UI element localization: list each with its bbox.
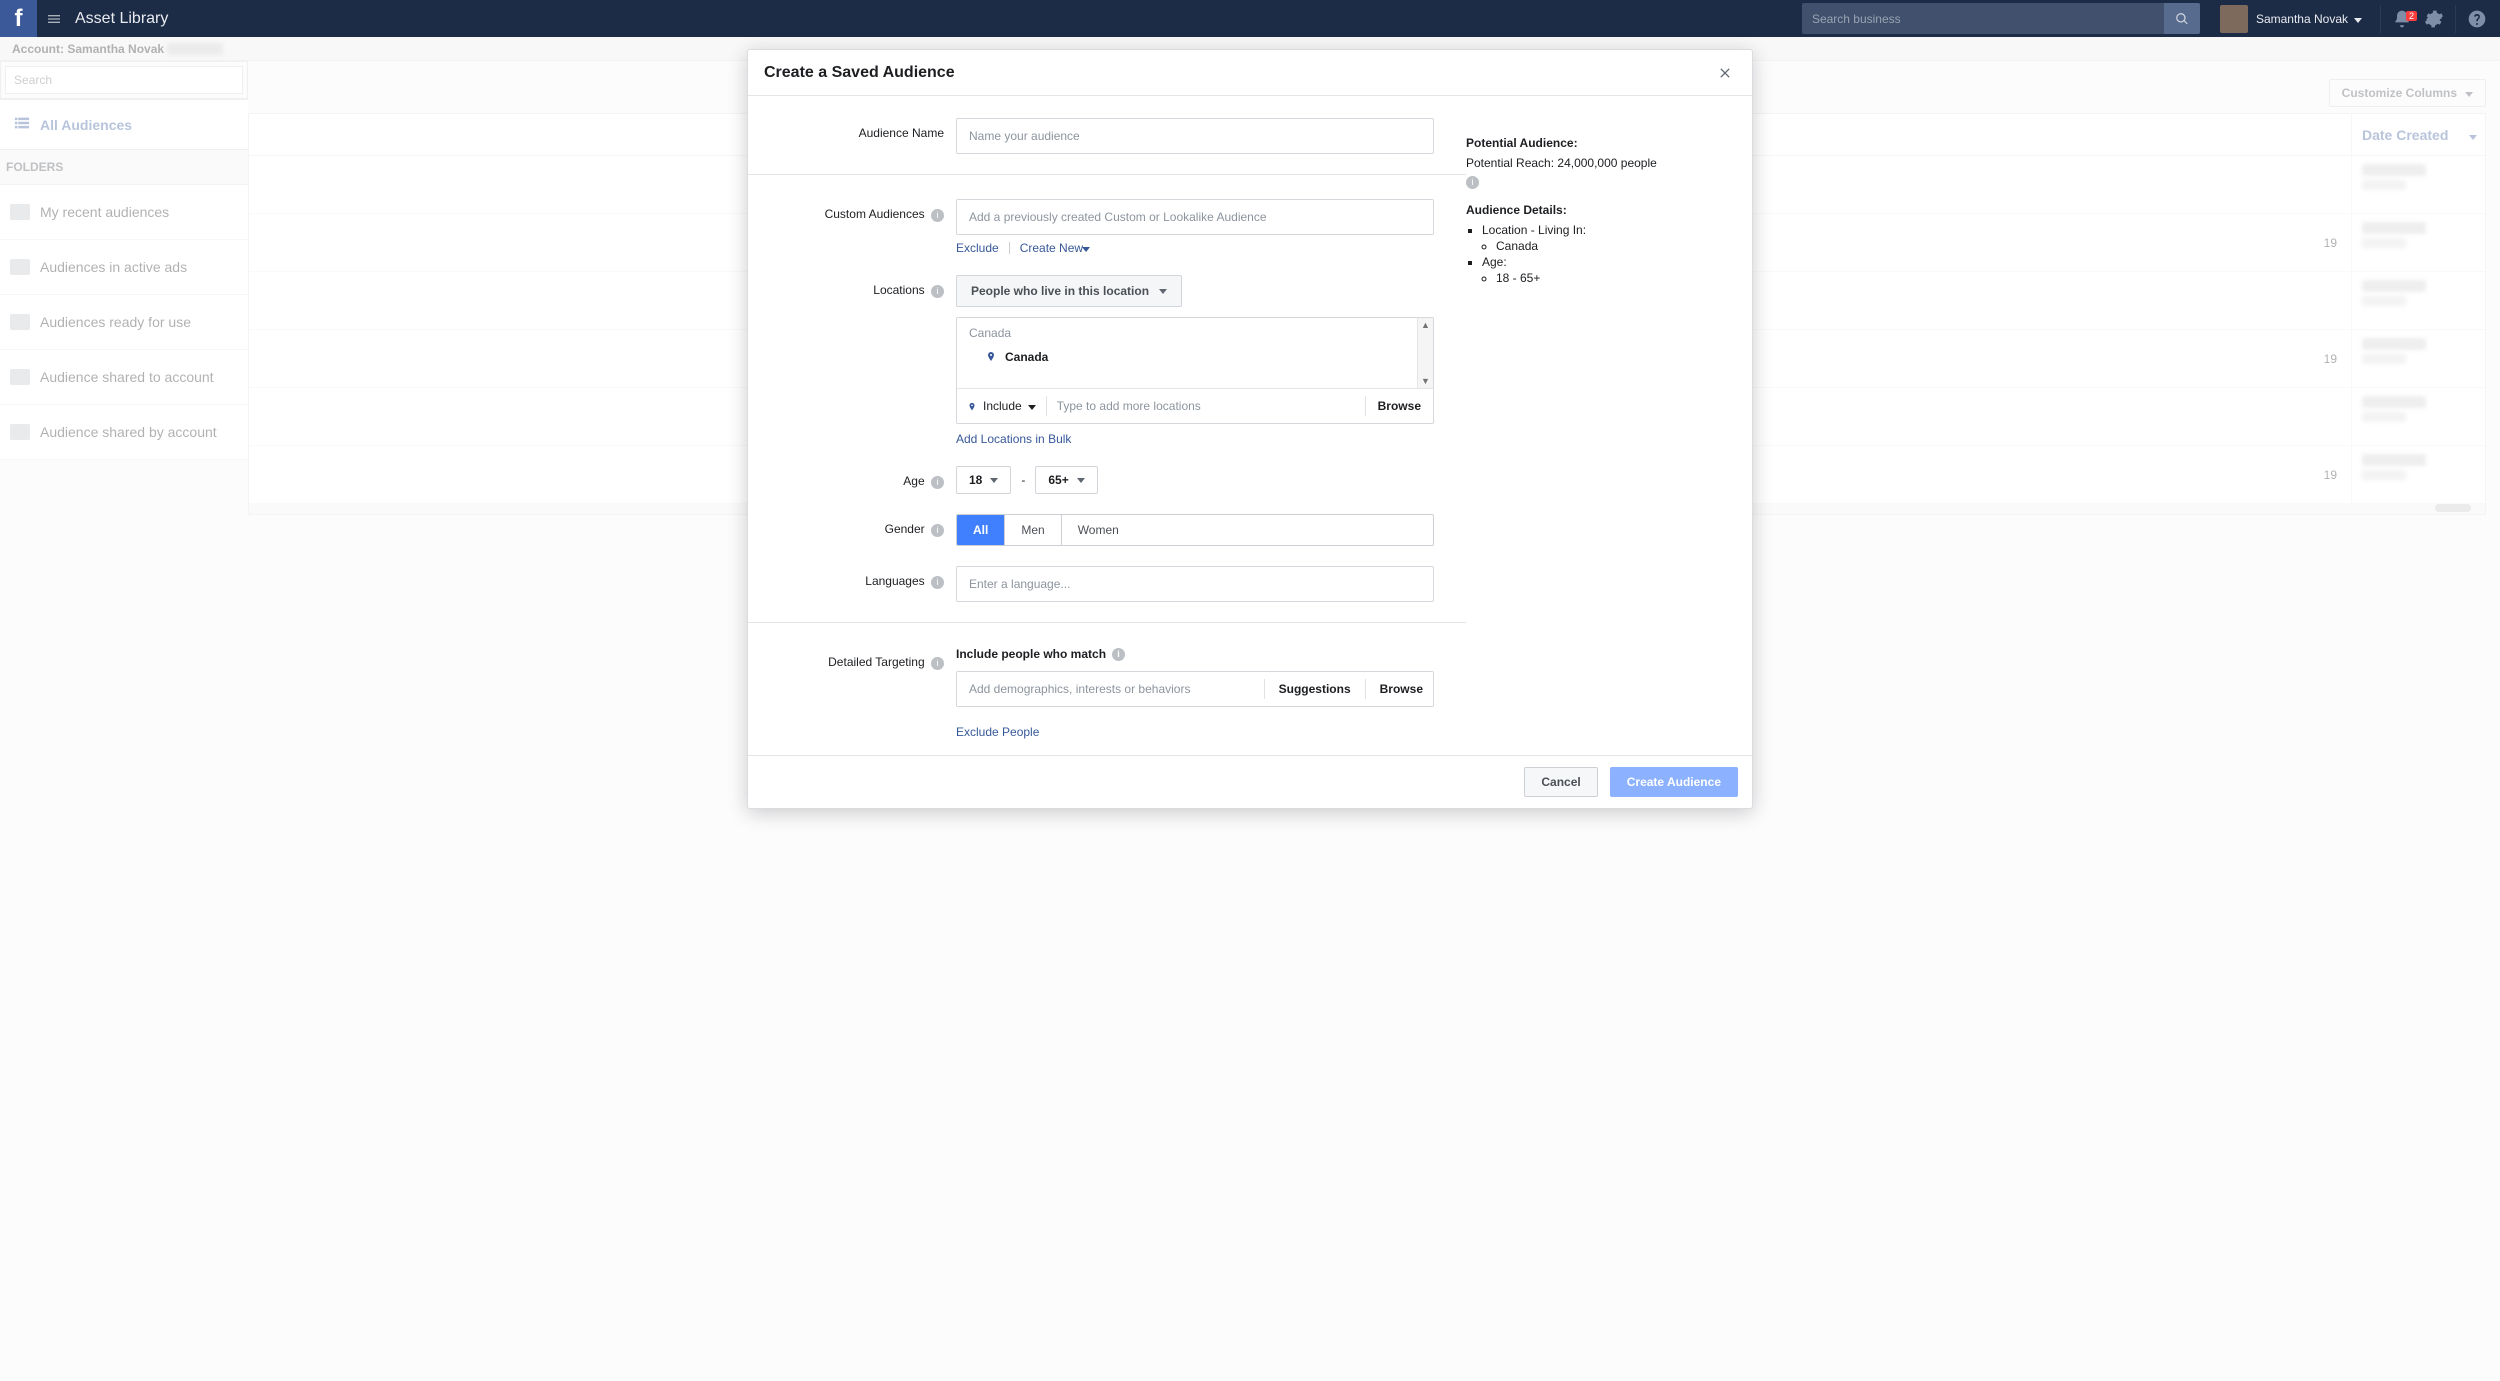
chevron-down-icon (1082, 244, 1090, 255)
label-languages: Languages (865, 574, 924, 588)
close-icon (1717, 65, 1733, 81)
gender-all[interactable]: All (957, 515, 1005, 545)
location-hint: Canada (969, 326, 1011, 340)
browse-locations-button[interactable]: Browse (1366, 399, 1433, 413)
detail-location-value: Canada (1496, 239, 1716, 253)
potential-audience-panel: Potential Audience: Potential Reach: 24,… (1466, 118, 1726, 755)
age-separator: - (1021, 473, 1025, 487)
modal-scroll[interactable]: Audience Name Custom Audiences i Add a p… (748, 96, 1752, 755)
notif-badge: 2 (2406, 11, 2417, 21)
audience-details-title: Audience Details: (1466, 203, 1716, 217)
label-locations: Locations (873, 283, 924, 297)
user-menu[interactable]: Samantha Novak (2220, 5, 2362, 33)
age-max-dropdown[interactable]: 65+ (1035, 466, 1097, 494)
selected-location[interactable]: Canada (985, 350, 1048, 364)
modal-title: Create a Saved Audience (764, 64, 955, 82)
create-saved-audience-modal: Create a Saved Audience Audience Name (747, 49, 1753, 809)
info-icon[interactable]: i (1466, 176, 1479, 189)
hamburger-menu[interactable] (37, 11, 71, 27)
avatar (2220, 5, 2248, 33)
audience-name-input[interactable] (956, 118, 1434, 154)
include-mode-dropdown[interactable]: Include (957, 399, 1046, 413)
chevron-down-icon (990, 475, 998, 486)
locations-list: Canada Canada ▲▼ (957, 318, 1433, 388)
gender-men[interactable]: Men (1005, 515, 1061, 545)
create-audience-button[interactable]: Create Audience (1610, 767, 1738, 797)
top-nav: f Asset Library Samantha Novak 2 (0, 0, 2500, 37)
label-audience-name: Audience Name (774, 118, 944, 140)
add-location-input[interactable] (1047, 389, 1365, 423)
pin-icon (967, 401, 977, 411)
detail-age-label: Age: (1482, 255, 1716, 269)
close-button[interactable] (1714, 62, 1736, 84)
chevron-down-icon (2354, 12, 2362, 26)
locations-box: Canada Canada ▲▼ (956, 317, 1434, 424)
bulk-locations-link[interactable]: Add Locations in Bulk (956, 432, 1071, 446)
label-gender: Gender (885, 522, 925, 536)
custom-audiences-input[interactable]: Add a previously created Custom or Looka… (956, 199, 1434, 235)
label-age: Age (903, 474, 924, 488)
info-icon[interactable]: i (931, 285, 944, 298)
gender-segmented: All Men Women (956, 514, 1434, 546)
info-icon[interactable]: i (931, 209, 944, 222)
vert-scrollbar[interactable]: ▲▼ (1417, 318, 1433, 388)
potential-title: Potential Audience: (1466, 136, 1716, 150)
global-search-input[interactable] (1802, 3, 2164, 34)
chevron-down-icon (1077, 475, 1085, 486)
info-icon[interactable]: i (1112, 648, 1125, 661)
age-min-dropdown[interactable]: 18 (956, 466, 1011, 494)
help-button[interactable] (2464, 9, 2490, 29)
create-new-link[interactable]: Create New (1020, 241, 1091, 255)
languages-input[interactable] (956, 566, 1434, 602)
pin-icon (985, 351, 997, 363)
exclude-link[interactable]: Exclude (956, 241, 999, 255)
global-search (1802, 3, 2200, 34)
label-detailed-targeting: Detailed Targeting (828, 655, 925, 669)
info-icon[interactable]: i (931, 576, 944, 589)
settings-button[interactable] (2421, 9, 2447, 29)
browse-detailed-button[interactable]: Browse (1370, 682, 1433, 696)
exclude-people-link[interactable]: Exclude People (956, 725, 1039, 739)
help-icon (2467, 9, 2487, 29)
cancel-button[interactable]: Cancel (1524, 767, 1597, 797)
hamburger-icon (46, 11, 62, 27)
gender-women[interactable]: Women (1062, 515, 1135, 545)
notifications-button[interactable]: 2 (2389, 9, 2415, 29)
global-search-button[interactable] (2164, 3, 2200, 34)
suggestions-button[interactable]: Suggestions (1269, 682, 1361, 696)
app-title: Asset Library (75, 10, 168, 28)
info-icon[interactable]: i (931, 524, 944, 537)
detailed-heading: Include people who match (956, 647, 1106, 661)
chevron-down-icon (1028, 399, 1036, 413)
facebook-logo[interactable]: f (0, 0, 37, 37)
chevron-down-icon (1159, 286, 1167, 297)
detail-location-label: Location - Living In: (1482, 223, 1716, 237)
label-custom-audiences: Custom Audiences (825, 207, 925, 221)
potential-reach: Potential Reach: 24,000,000 people (1466, 156, 1716, 170)
info-icon[interactable]: i (931, 657, 944, 670)
location-filter-dropdown[interactable]: People who live in this location (956, 275, 1182, 307)
username: Samantha Novak (2256, 12, 2348, 26)
gear-icon (2424, 9, 2444, 29)
search-icon (2175, 12, 2189, 26)
detailed-targeting-input[interactable] (957, 672, 1260, 706)
info-icon[interactable]: i (931, 476, 944, 489)
detail-age-value: 18 - 65+ (1496, 271, 1716, 285)
